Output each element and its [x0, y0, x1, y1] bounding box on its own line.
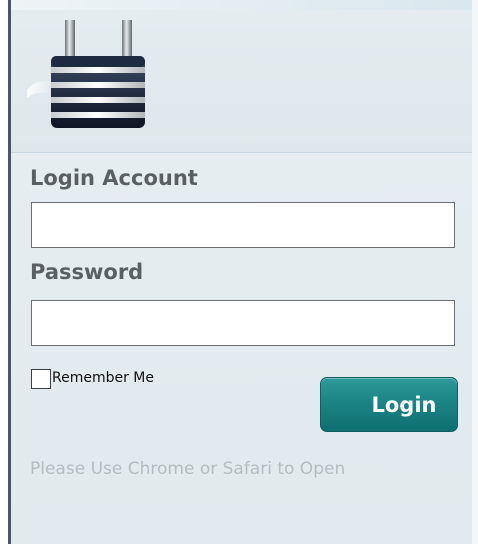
- password-input[interactable]: [31, 300, 455, 346]
- login-account-input[interactable]: [31, 202, 455, 248]
- lock-icon: [27, 20, 157, 132]
- right-border: [472, 0, 478, 544]
- login-button-label: Login: [371, 392, 437, 417]
- password-label: Password: [30, 260, 144, 284]
- remember-me-checkbox[interactable]: [31, 369, 51, 389]
- login-window: Login Account Password Remember Me Login…: [0, 0, 478, 544]
- header-area: [11, 10, 472, 152]
- remember-me-label[interactable]: Remember Me: [52, 370, 154, 386]
- login-account-label: Login Account: [30, 166, 198, 190]
- login-button[interactable]: Login: [320, 377, 458, 432]
- browser-notice: Please Use Chrome or Safari to Open: [30, 459, 346, 479]
